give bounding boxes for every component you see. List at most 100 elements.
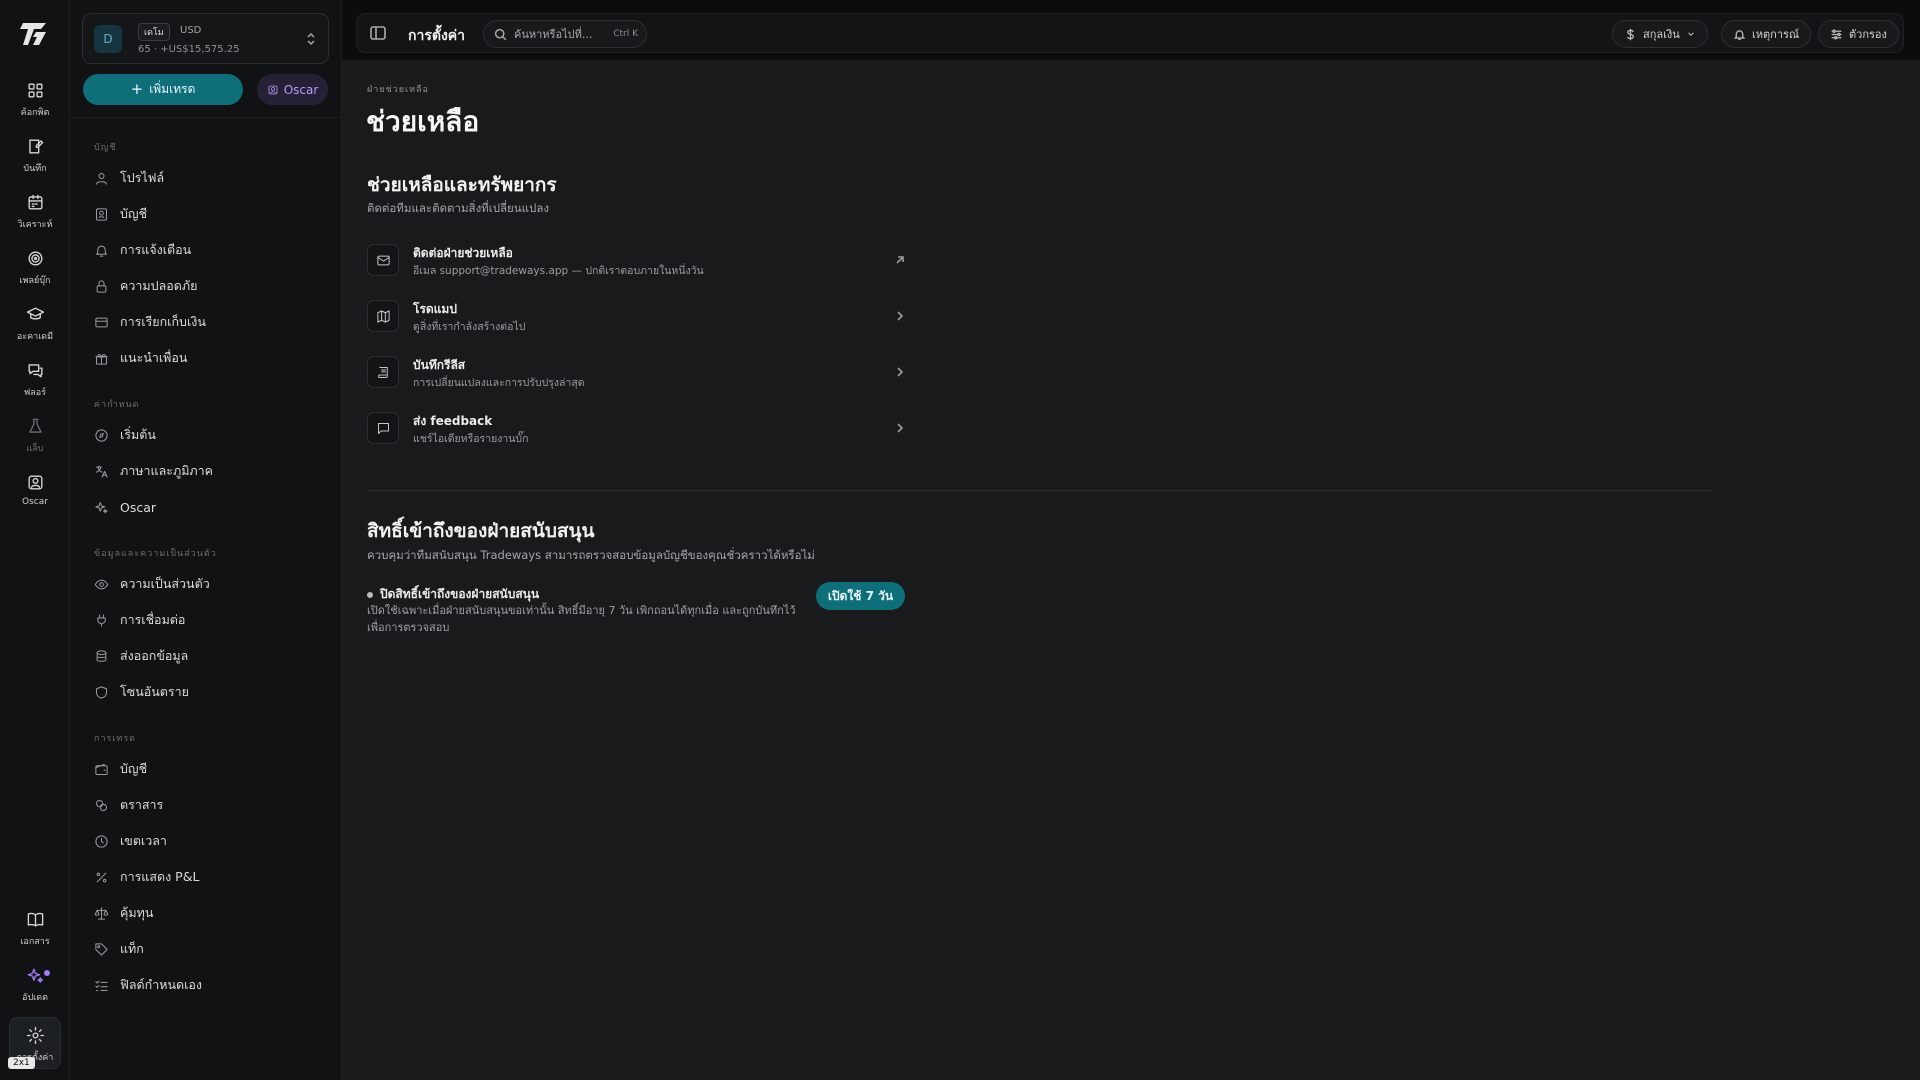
contact-support-row[interactable]: ติดต่อฝ่ายช่วยเหลือ อีเมล support@tradew… [367, 238, 907, 282]
sidebar-item-privacy[interactable]: ความเป็นส่วนตัว [94, 572, 324, 596]
chevron-right-icon [897, 423, 904, 433]
mail-icon-box [367, 244, 399, 276]
external-arrow-icon [896, 256, 904, 264]
section-heading-account: บัญชี [94, 143, 117, 153]
rail-label: เอกสาร [20, 937, 50, 947]
filter-label: ตัวกรอง [1849, 28, 1887, 41]
sidebar-item-notifications[interactable]: การแจ้งเตือน [94, 238, 324, 262]
sidebar-item-getting-started[interactable]: เริ่มต้น [94, 423, 324, 447]
avatar: D [94, 25, 122, 53]
rail-item-oscar[interactable]: Oscar [0, 473, 70, 521]
main-content: ฝ่ายช่วยเหลือ ช่วยเหลือ ช่วยเหลือและทรัพ… [342, 60, 1920, 1080]
account-switcher[interactable]: D เดโม USD 65 · +US$15,575.25 [82, 13, 329, 64]
rail-item-floor[interactable]: ฟลอร์ [0, 361, 70, 409]
demo-badge: เดโม [138, 23, 170, 41]
percent-icon [96, 872, 107, 882]
scroll-icon [377, 366, 388, 378]
wallet-icon [95, 763, 108, 775]
clock-icon [95, 834, 108, 848]
sidebar-item-label: บัญชี [120, 206, 148, 221]
search-shortcut: Ctrl K [613, 29, 638, 39]
rail-item-docs[interactable]: เอกสาร [0, 910, 70, 958]
graduation-cap-icon [26, 307, 44, 320]
sidebar-item-label: บัญชี [120, 761, 148, 776]
rail-item-analyze[interactable]: วิเคราะห์ [0, 193, 70, 241]
row-desc: การเปลี่ยนแปลงและการปรับปรุงล่าสุด [413, 377, 585, 389]
sidebar-item-oscar[interactable]: Oscar [94, 495, 324, 519]
send-feedback-row[interactable]: ส่ง feedback แชร์ไอเดียหรือรายงานบั๊ก [367, 406, 907, 450]
topbar-title: การตั้งค่า [408, 28, 466, 44]
eye-icon [94, 579, 109, 589]
sidebar-item-profile[interactable]: โปรไฟล์ [94, 166, 324, 190]
add-trade-label: เพิ่มเทรด [149, 82, 196, 96]
rail-item-journal[interactable]: บันทึก [0, 137, 70, 185]
rail-label: เพลย์บุ๊ก [19, 276, 51, 286]
sidebar-item-timezone[interactable]: เขตเวลา [94, 829, 324, 853]
gear-icon [26, 1026, 44, 1045]
add-trade-button[interactable]: + เพิ่มเทรด [83, 74, 243, 105]
row-desc: ดูสิ่งที่เรากำลังสร้างต่อไป [413, 321, 526, 333]
row-title: ส่ง feedback [413, 414, 493, 428]
tag-icon [95, 942, 108, 956]
plus-icon: + [130, 80, 144, 98]
filter-button[interactable]: ตัวกรอง [1818, 20, 1899, 48]
sidebar-item-referral[interactable]: แนะนำเพื่อน [94, 346, 324, 370]
divider [70, 117, 342, 118]
status-dot [367, 591, 373, 598]
sidebar-item-label: โปรไฟล์ [120, 170, 165, 185]
release-notes-row[interactable]: บันทึกรีลีส การเปลี่ยนแปลงและการปรับปรุง… [367, 350, 907, 394]
sidebar-item-danger-zone[interactable]: โซนอันตราย [94, 680, 324, 704]
journal-icon [28, 139, 43, 154]
account-summary: 65 · +US$15,575.25 [138, 44, 240, 55]
sliders-icon [1831, 29, 1842, 39]
oscar-button[interactable]: Oscar [257, 74, 328, 105]
compass-icon [95, 428, 108, 442]
sidebar-item-language[interactable]: ภาษาและภูมิภาค [94, 459, 324, 483]
chevron-down-icon [1687, 32, 1694, 36]
sidebar-item-security[interactable]: ความปลอดภัย [94, 274, 324, 298]
rail-item-lab[interactable]: แล็บ [0, 417, 70, 465]
sidebar-item-pnl-display[interactable]: การแสดง P&L [94, 865, 324, 889]
enable-7-days-button[interactable]: เปิดใช้ 7 วัน [816, 582, 905, 610]
search-icon [494, 28, 507, 40]
map-icon [376, 309, 390, 323]
sidebar-item-label: การแสดง P&L [120, 869, 200, 884]
account-icon [96, 207, 107, 221]
translate-icon [96, 464, 108, 478]
breadcrumb: ฝ่ายช่วยเหลือ [367, 85, 429, 95]
topbar: การตั้งค่า ค้นหาหรือไปที่... Ctrl K สกุล… [356, 13, 1904, 53]
sidebar-item-export[interactable]: ส่งออกข้อมูล [94, 644, 324, 668]
chevron-right-icon [897, 367, 904, 377]
sidebar-item-connections[interactable]: การเชื่อมต่อ [94, 608, 324, 632]
sidebar-toggle-icon[interactable] [369, 24, 387, 42]
sidebar-item-tags[interactable]: แท็ก [94, 937, 324, 961]
sidebar-item-trading-accounts[interactable]: บัญชี [94, 757, 324, 781]
row-title: บันทึกรีลีส [413, 358, 466, 372]
rail-item-playbook[interactable]: เพลย์บุ๊ก [0, 249, 70, 297]
sidebar-item-label: ฟิลด์กำหนดเอง [120, 977, 203, 992]
oscar-icon [27, 475, 43, 490]
sidebar-item-instruments[interactable]: ตราสาร [94, 793, 324, 817]
rail-label: อัปเดต [22, 993, 48, 1003]
rail-item-cockpit[interactable]: ค้อกพิต [0, 81, 70, 129]
events-button[interactable]: เหตุการณ์ [1721, 20, 1812, 48]
search-input[interactable]: ค้นหาหรือไปที่... Ctrl K [483, 20, 647, 48]
roadmap-row[interactable]: โรดแมป ดูสิ่งที่เรากำลังสร้างต่อไป [367, 294, 907, 338]
sidebar-item-custom-fields[interactable]: ฟิลด์กำหนดเอง [94, 973, 324, 997]
sidebar-item-breakeven[interactable]: คุ้มทุน [94, 901, 324, 925]
sidebar-item-label: การแจ้งเตือน [120, 242, 192, 257]
sidebar-item-label: ภาษาและภูมิภาค [120, 463, 214, 478]
search-placeholder: ค้นหาหรือไปที่... [514, 28, 593, 41]
tradeways-logo[interactable] [19, 18, 51, 50]
plug-icon [97, 613, 106, 627]
dollar-icon [1626, 28, 1634, 40]
section-heading-trading: การเทรด [94, 734, 137, 744]
rail-item-academy[interactable]: อะคาเดมี [0, 305, 70, 353]
status-description: เปิดใช้เฉพาะเมื่อฝ่ายสนับสนุนขอเท่านั้น … [367, 604, 796, 634]
sidebar-item-account[interactable]: บัญชี [94, 202, 324, 226]
row-desc: อีเมล support@tradeways.app — ปกติเราตอบ… [413, 265, 704, 277]
currency-label: สกุลเงิน [1643, 28, 1680, 41]
sidebar-item-billing[interactable]: การเรียกเก็บเงิน [94, 310, 324, 334]
currency-dropdown[interactable]: สกุลเงิน [1612, 20, 1708, 48]
rail-item-updates[interactable]: อัปเดต [0, 966, 70, 1014]
